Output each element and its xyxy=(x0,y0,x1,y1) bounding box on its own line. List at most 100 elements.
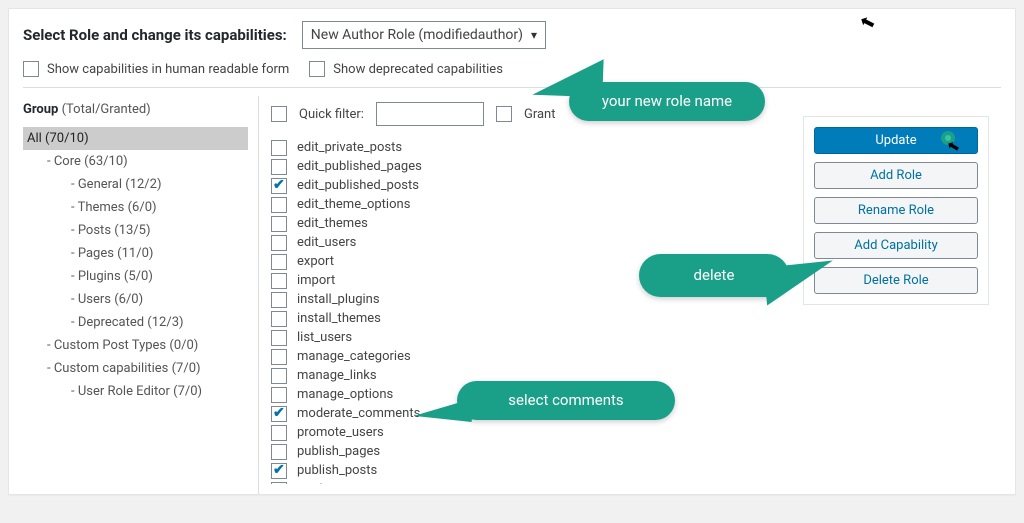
capability-label[interactable]: manage_options xyxy=(297,387,393,402)
capability-label[interactable]: install_plugins xyxy=(297,292,380,307)
capability-list[interactable]: edit_private_posts edit_published_pagesed… xyxy=(271,138,791,484)
option-deprecated[interactable]: Show deprecated capabilities xyxy=(309,61,503,77)
role-editor-panel: Select Role and change its capabilities:… xyxy=(8,8,1016,495)
capability-label[interactable]: edit_private_posts xyxy=(297,140,402,155)
capability-label[interactable]: edit_published_pages xyxy=(297,159,422,174)
options-row: Show capabilities in human readable form… xyxy=(23,61,1001,77)
option-deprecated-label: Show deprecated capabilities xyxy=(333,62,503,77)
capability-label[interactable]: publish_posts xyxy=(297,463,377,478)
capability-checkbox[interactable] xyxy=(271,216,287,232)
delete-role-label: Delete Role xyxy=(863,273,928,288)
capability-label[interactable]: list_users xyxy=(297,330,352,345)
capability-column: Quick filter: Grant edit_private_postsed… xyxy=(259,96,791,494)
capability-row: promote_users xyxy=(271,423,785,442)
capability-checkbox[interactable] xyxy=(271,273,287,289)
capability-checkbox[interactable] xyxy=(271,140,287,156)
capability-label[interactable]: export xyxy=(297,254,334,269)
capability-label[interactable]: install_themes xyxy=(297,311,381,326)
group-item[interactable]: - Themes (6/0) xyxy=(23,196,248,219)
capability-label[interactable]: edit_published_posts xyxy=(297,178,419,193)
capability-row: install_plugins xyxy=(271,290,785,309)
checkbox-deprecated[interactable] xyxy=(309,61,325,77)
capability-label[interactable]: read xyxy=(297,482,323,484)
group-item[interactable]: - Pages (11/0) xyxy=(23,242,248,265)
capability-row: edit_users xyxy=(271,233,785,252)
capability-row: export xyxy=(271,252,785,271)
capability-label[interactable]: edit_themes xyxy=(297,216,368,231)
delete-role-button[interactable]: Delete Role xyxy=(814,267,978,294)
capability-row: edit_themes xyxy=(271,214,785,233)
capability-checkbox[interactable] xyxy=(271,159,287,175)
group-header-title: Group xyxy=(23,102,58,117)
quick-filter-input[interactable] xyxy=(376,102,484,126)
group-header-suffix: (Total/Granted) xyxy=(62,102,151,117)
role-select-dropdown[interactable]: New Author Role (modifiedauthor) xyxy=(302,21,546,49)
columns: Group (Total/Granted) All (70/10)- Core … xyxy=(23,96,1001,494)
granted-label: Grant xyxy=(524,107,556,122)
actions-card: Update ⬉ Add Role Rename Role Add Capabi… xyxy=(803,116,989,305)
group-item[interactable]: - Users (6/0) xyxy=(23,288,248,311)
capability-checkbox[interactable] xyxy=(271,254,287,270)
group-item[interactable]: - Posts (13/5) xyxy=(23,219,248,242)
group-item[interactable]: - Plugins (5/0) xyxy=(23,265,248,288)
option-human-readable[interactable]: Show capabilities in human readable form xyxy=(23,61,289,77)
capability-label[interactable]: import xyxy=(297,273,335,288)
capability-checkbox[interactable] xyxy=(271,425,287,441)
capability-label[interactable]: manage_links xyxy=(297,368,377,383)
group-item[interactable]: - Custom capabilities (7/0) xyxy=(23,357,248,380)
capability-label[interactable]: publish_pages xyxy=(297,444,380,459)
group-item[interactable]: - General (12/2) xyxy=(23,173,248,196)
capability-checkbox[interactable] xyxy=(271,406,287,422)
capability-label[interactable]: edit_theme_options xyxy=(297,197,410,212)
capability-label[interactable]: edit_users xyxy=(297,235,356,250)
capability-checkbox[interactable] xyxy=(271,463,287,479)
capability-row: import xyxy=(271,271,785,290)
add-capability-label: Add Capability xyxy=(854,238,937,253)
filter-label: Quick filter: xyxy=(299,107,364,122)
add-capability-button[interactable]: Add Capability xyxy=(814,232,978,259)
capability-row: install_themes xyxy=(271,309,785,328)
capability-checkbox[interactable] xyxy=(271,482,287,485)
capability-checkbox[interactable] xyxy=(271,235,287,251)
capability-label[interactable]: manage_categories xyxy=(297,349,411,364)
update-button[interactable]: Update ⬉ xyxy=(814,127,978,154)
rename-role-button[interactable]: Rename Role xyxy=(814,197,978,224)
capability-row: edit_published_pages xyxy=(271,157,785,176)
cursor-click-icon: ⬉ xyxy=(941,131,955,149)
capability-row: edit_private_posts xyxy=(271,138,785,157)
rename-role-label: Rename Role xyxy=(858,203,934,218)
capability-checkbox[interactable] xyxy=(271,349,287,365)
capability-row: edit_published_posts xyxy=(271,176,785,195)
capability-row: moderate_comments xyxy=(271,404,785,423)
group-column: Group (Total/Granted) All (70/10)- Core … xyxy=(23,96,259,494)
capability-checkbox[interactable] xyxy=(271,368,287,384)
checkbox-human-readable[interactable] xyxy=(23,61,39,77)
capability-checkbox[interactable] xyxy=(271,178,287,194)
group-list: All (70/10)- Core (63/10)- General (12/2… xyxy=(23,127,248,403)
capability-checkbox[interactable] xyxy=(271,330,287,346)
capability-checkbox[interactable] xyxy=(271,292,287,308)
group-item[interactable]: - Custom Post Types (0/0) xyxy=(23,334,248,357)
group-item[interactable]: - Deprecated (12/3) xyxy=(23,311,248,334)
group-item[interactable]: - User Role Editor (7/0) xyxy=(23,380,248,403)
checkbox-select-all-caps[interactable] xyxy=(271,106,287,122)
capability-row: list_users xyxy=(271,328,785,347)
capability-row: manage_links xyxy=(271,366,785,385)
group-item[interactable]: - Core (63/10) xyxy=(23,150,248,173)
capability-row: manage_options xyxy=(271,385,785,404)
capability-checkbox[interactable] xyxy=(271,311,287,327)
option-human-readable-label: Show capabilities in human readable form xyxy=(47,62,289,77)
capability-row: publish_posts xyxy=(271,461,785,480)
update-button-label: Update xyxy=(875,133,916,148)
capability-checkbox[interactable] xyxy=(271,197,287,213)
add-role-label: Add Role xyxy=(870,168,922,183)
capability-label[interactable]: promote_users xyxy=(297,425,384,440)
add-role-button[interactable]: Add Role xyxy=(814,162,978,189)
group-item[interactable]: All (70/10) xyxy=(23,127,248,150)
capability-checkbox[interactable] xyxy=(271,387,287,403)
capability-label[interactable]: moderate_comments xyxy=(297,406,420,421)
checkbox-granted-only[interactable] xyxy=(496,106,512,122)
divider xyxy=(23,87,1001,88)
capability-checkbox[interactable] xyxy=(271,444,287,460)
header-row: Select Role and change its capabilities:… xyxy=(23,21,1001,49)
